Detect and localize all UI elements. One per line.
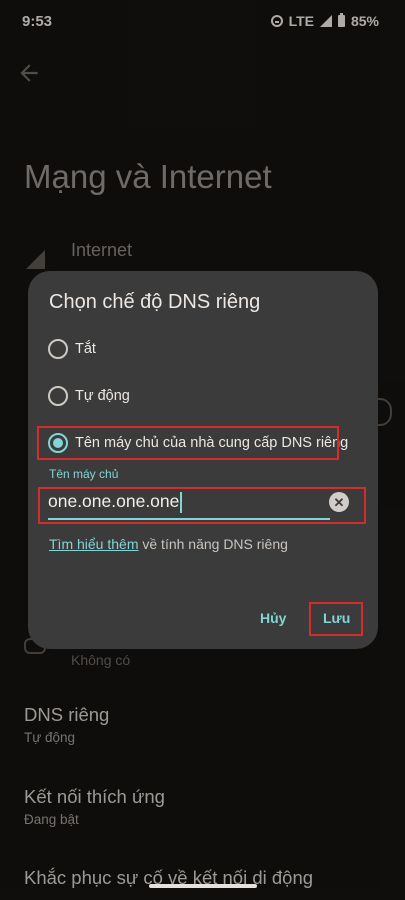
learn-more-rest: về tính năng DNS riêng bbox=[138, 536, 288, 552]
highlight-box-option bbox=[37, 426, 339, 460]
hostname-label: Tên máy chủ bbox=[49, 467, 119, 481]
home-indicator[interactable] bbox=[149, 884, 257, 888]
option-automatic[interactable]: Tự động bbox=[48, 386, 130, 406]
highlight-box-hostname bbox=[38, 487, 366, 524]
dns-mode-dialog: Chọn chế độ DNS riêng Tắt Tự động Tên má… bbox=[28, 271, 378, 649]
option-off-label: Tắt bbox=[75, 341, 96, 357]
learn-more-text: Tìm hiểu thêm về tính năng DNS riêng bbox=[49, 536, 288, 552]
option-off[interactable]: Tắt bbox=[48, 339, 96, 359]
learn-more-link[interactable]: Tìm hiểu thêm bbox=[49, 536, 138, 552]
radio-automatic[interactable] bbox=[48, 386, 68, 406]
cancel-button[interactable]: Hủy bbox=[260, 610, 286, 626]
option-automatic-label: Tự động bbox=[75, 388, 130, 404]
radio-off[interactable] bbox=[48, 339, 68, 359]
highlight-box-save bbox=[309, 602, 363, 636]
dialog-title: Chọn chế độ DNS riêng bbox=[49, 291, 261, 313]
